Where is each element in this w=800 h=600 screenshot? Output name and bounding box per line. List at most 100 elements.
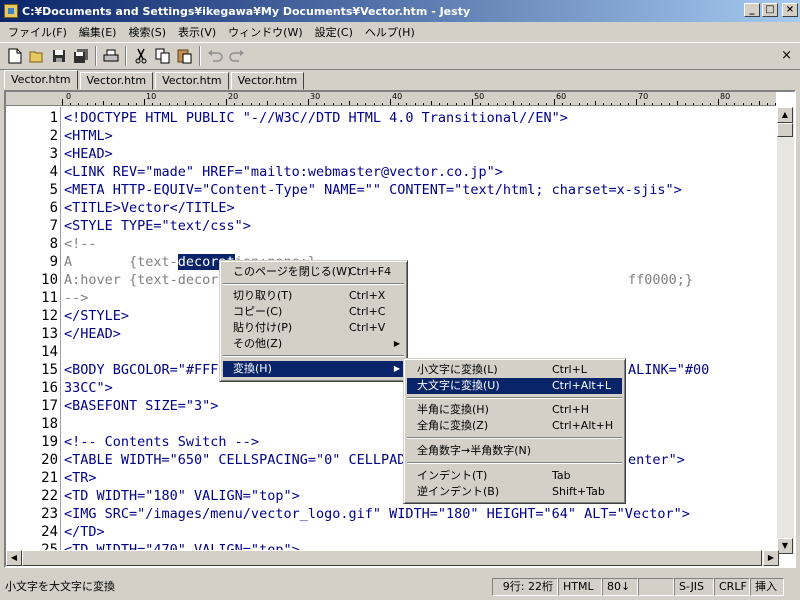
menu-other[interactable]: その他(Z) ▶ <box>223 336 404 352</box>
scroll-right-icon[interactable]: ▶ <box>763 550 779 566</box>
code-line[interactable]: <TITLE>Vector</TITLE> <box>64 199 235 217</box>
column-ruler: 0 10 20 30 40 50 60 70 80 <box>62 92 777 106</box>
ruler-tick <box>390 99 391 105</box>
status-encoding[interactable]: S-JIS <box>674 578 714 596</box>
maximize-button[interactable]: □ <box>762 3 778 17</box>
save-icon[interactable] <box>48 45 70 67</box>
close-tab-icon[interactable]: × <box>781 48 792 63</box>
ruler-tick <box>504 103 506 105</box>
menu-to-halfwidth[interactable]: 半角に変換(H) Ctrl+H <box>407 402 622 418</box>
ruler-tick <box>78 103 80 105</box>
redo-icon[interactable] <box>226 45 248 67</box>
tab-vector-2[interactable]: Vector.htm <box>79 72 154 90</box>
scroll-up-icon[interactable]: ▲ <box>777 107 793 123</box>
horizontal-scrollbar[interactable]: ◀ ▶ <box>6 550 779 566</box>
scroll-down-icon[interactable]: ▼ <box>777 538 793 554</box>
close-button[interactable]: × <box>782 3 798 17</box>
ruler-tick <box>201 103 203 105</box>
menu-search[interactable]: 検索(S) <box>122 24 172 40</box>
tab-vector-1[interactable]: Vector.htm <box>4 70 78 90</box>
tab-vector-3[interactable]: Vector.htm <box>155 72 229 90</box>
vertical-scroll-thumb[interactable] <box>777 123 793 137</box>
menu-file[interactable]: ファイル(F) <box>2 24 73 40</box>
menu-cut[interactable]: 切り取り(T) Ctrl+X <box>223 288 404 304</box>
save-all-icon[interactable] <box>70 45 92 67</box>
code-line[interactable]: <BASEFONT SIZE="3"> <box>64 397 218 415</box>
menu-to-uppercase[interactable]: 大文字に変換(U) Ctrl+Alt+L <box>407 378 622 394</box>
menu-view[interactable]: 表示(V) <box>172 24 222 40</box>
ruler-tick <box>455 103 457 105</box>
menu-to-fullwidth[interactable]: 全角に変換(Z) Ctrl+Alt+H <box>407 418 622 434</box>
menu-paste[interactable]: 貼り付け(P) Ctrl+V <box>223 320 404 336</box>
code-line[interactable]: </STYLE> <box>64 307 129 325</box>
menu-help[interactable]: ヘルプ(H) <box>359 24 421 40</box>
ruler-tick <box>586 103 588 105</box>
code-line[interactable]: <BODY BGCOLOR="#FFF <box>64 361 218 379</box>
tab-vector-4[interactable]: Vector.htm <box>230 72 305 90</box>
line-number: 24 <box>41 524 58 540</box>
menu-convert[interactable]: 変換(H) ▶ <box>223 361 404 377</box>
menu-indent[interactable]: インデント(T) Tab <box>407 468 622 484</box>
new-file-icon[interactable] <box>4 45 26 67</box>
menu-separator <box>223 283 404 285</box>
menu-separator <box>407 397 622 399</box>
code-line[interactable]: <!-- <box>64 235 97 253</box>
line-number: 23 <box>41 506 58 522</box>
status-spacer <box>638 578 674 596</box>
copy-icon[interactable] <box>152 45 174 67</box>
code-line[interactable]: <!-- Contents Switch --> <box>64 433 259 451</box>
code-line[interactable]: <TD WIDTH="180" VALIGN="top"> <box>64 487 300 505</box>
menu-outdent[interactable]: 逆インデント(B) Shift+Tab <box>407 484 622 500</box>
code-line[interactable]: </HEAD> <box>64 325 121 343</box>
code-line[interactable]: <HTML> <box>64 127 113 145</box>
status-mode[interactable]: HTML <box>558 578 602 596</box>
code-line[interactable]: </TD> <box>64 523 105 541</box>
ruler-tick <box>283 103 285 105</box>
ruler-tick <box>463 103 465 105</box>
minimize-button[interactable]: _ <box>744 3 760 17</box>
code-line[interactable]: <LINK REV="made" HREF="mailto:webmaster@… <box>64 163 503 181</box>
code-line[interactable]: <HEAD> <box>64 145 113 163</box>
ruler-tick <box>480 103 482 105</box>
code-line[interactable]: <META HTTP-EQUIV="Content-Type" NAME="" … <box>64 181 682 199</box>
vertical-scrollbar[interactable]: ▲ ▼ <box>777 107 794 554</box>
menu-window[interactable]: ウィンドウ(W) <box>222 24 308 40</box>
ruler-tick <box>611 103 613 105</box>
status-bar: 小文字を大文字に変換 9行: 22桁 HTML 80↓ S-JIS CRLF 挿… <box>0 576 800 598</box>
menu-separator <box>407 462 622 464</box>
open-folder-icon[interactable] <box>26 45 48 67</box>
line-number: 9 <box>49 254 58 270</box>
ruler-tick <box>496 103 498 105</box>
code-line[interactable]: A:hover {text-decor <box>64 271 218 289</box>
code-line[interactable]: <STYLE TYPE="text/css"> <box>64 217 251 235</box>
menu-copy[interactable]: コピー(C) Ctrl+C <box>223 304 404 320</box>
menu-edit[interactable]: 編集(E) <box>73 24 123 40</box>
menu-close-page[interactable]: このページを閉じる(W) Ctrl+F4 <box>223 264 404 280</box>
cut-icon[interactable] <box>130 45 152 67</box>
status-wrap-width[interactable]: 80↓ <box>602 578 638 596</box>
undo-icon[interactable] <box>204 45 226 67</box>
status-position: 9行: 22桁 <box>492 578 558 596</box>
status-newline[interactable]: CRLF <box>714 578 750 596</box>
app-icon[interactable] <box>4 4 18 18</box>
code-line[interactable]: <!DOCTYPE HTML PUBLIC "-//W3C//DTD HTML … <box>64 109 568 127</box>
code-line[interactable]: <TR> <box>64 469 97 487</box>
context-menu: このページを閉じる(W) Ctrl+F4 切り取り(T) Ctrl+X コピー(C)… <box>219 260 408 382</box>
ruler-label: 70 <box>638 92 649 101</box>
status-insert-mode[interactable]: 挿入 <box>750 578 784 596</box>
code-line[interactable]: <IMG SRC="/images/menu/vector_logo.gif" … <box>64 505 690 523</box>
ruler-tick <box>86 103 88 105</box>
scroll-left-icon[interactable]: ◀ <box>6 550 22 566</box>
menu-settings[interactable]: 設定(C) <box>309 24 359 40</box>
document-tabs: Vector.htm Vector.htm Vector.htm Vector.… <box>4 70 306 90</box>
print-icon[interactable] <box>100 45 122 67</box>
menu-to-lowercase[interactable]: 小文字に変換(L) Ctrl+L <box>407 362 622 378</box>
code-line[interactable]: <TABLE WIDTH="650" CELLSPACING="0" CELLP… <box>64 451 405 469</box>
horizontal-scroll-thumb[interactable] <box>22 550 762 566</box>
ruler-tick <box>357 103 359 105</box>
paste-icon[interactable] <box>174 45 196 67</box>
menu-fullwidth-digits-to-halfwidth[interactable]: 全角数字→半角数字(N) <box>407 443 622 459</box>
line-number: 15 <box>41 362 58 378</box>
code-line[interactable]: --> <box>64 289 88 307</box>
code-line[interactable]: 33CC"> <box>64 379 113 397</box>
